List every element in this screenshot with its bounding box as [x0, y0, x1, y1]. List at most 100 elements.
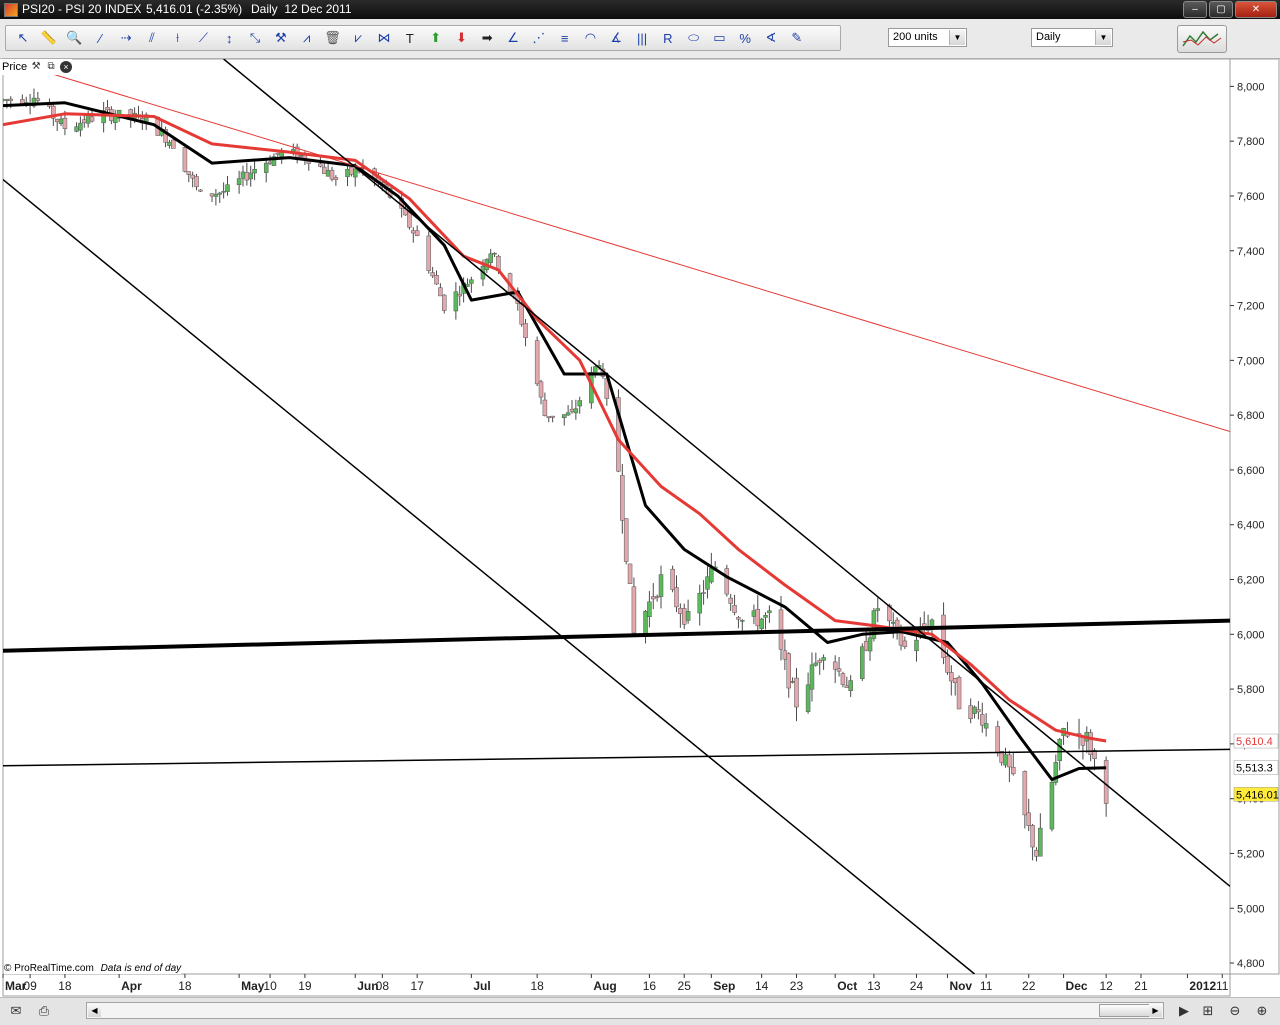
- candle-body: [3, 99, 6, 101]
- candle-body: [658, 574, 664, 597]
- candle-body: [1057, 739, 1062, 762]
- candle-body: [678, 607, 683, 614]
- candle-body: [488, 253, 493, 263]
- candle-body: [817, 660, 822, 663]
- candle-body: [298, 154, 304, 157]
- candle-body: [983, 723, 989, 729]
- candle-body: [89, 116, 95, 122]
- candle-body: [550, 415, 555, 418]
- trendline-channel-upper: [223, 59, 1230, 887]
- y-tick-label: 7,600: [1237, 191, 1265, 203]
- candle-body: [182, 147, 188, 172]
- candle-body: [209, 193, 215, 197]
- scroll-right-button[interactable]: ▶: [1149, 1004, 1162, 1017]
- candle-body: [438, 287, 443, 297]
- candle-body: [54, 119, 60, 123]
- candle-body: [565, 412, 571, 416]
- candle-body: [198, 189, 203, 192]
- candle-body: [949, 672, 954, 682]
- candle-body: [1026, 812, 1031, 826]
- scroll-left-button[interactable]: ◀: [88, 1004, 101, 1017]
- y-tick-label: 7,800: [1237, 136, 1265, 148]
- x-tick-label: 22: [1022, 979, 1036, 993]
- candle-body: [782, 650, 788, 660]
- candle-body: [20, 99, 25, 104]
- scrollbar-thumb[interactable]: [1099, 1004, 1151, 1017]
- y-tick-label: 7,200: [1237, 301, 1265, 313]
- candle-body: [236, 178, 242, 186]
- zoom-out-icon[interactable]: ⊖: [1225, 1003, 1245, 1019]
- candle-body: [82, 119, 87, 124]
- candle-body: [1022, 771, 1028, 816]
- moving-average-fast: [3, 101, 1107, 781]
- candle-body: [1038, 827, 1043, 857]
- candle-body: [318, 163, 323, 167]
- candle-body: [860, 646, 865, 679]
- x-tick-label: May: [241, 979, 265, 993]
- trendline-channel-lower: [3, 178, 976, 974]
- candle-body: [492, 252, 497, 255]
- price-panel-header: Price ⚒ ⧉ ×: [2, 59, 73, 75]
- chart-scrollbar[interactable]: ◀ ▶: [86, 1002, 1164, 1019]
- candle-body: [809, 664, 815, 690]
- y-tick-label: 8,000: [1237, 81, 1265, 93]
- candle-body: [252, 169, 257, 174]
- candle-body: [685, 611, 691, 621]
- candle-body: [836, 668, 842, 672]
- candle-body: [325, 170, 331, 177]
- candle-body: [263, 162, 269, 173]
- x-tick-label: Apr: [121, 979, 142, 993]
- next-icon[interactable]: ▶: [1174, 1003, 1194, 1019]
- candle-body: [349, 166, 354, 175]
- zoom-in-icon[interactable]: ⊕: [1252, 1003, 1272, 1019]
- zoom-fit-icon[interactable]: ⊞: [1198, 1003, 1218, 1019]
- candle-body: [840, 673, 846, 685]
- x-tick-label: 19: [298, 979, 312, 993]
- x-tick-label: 24: [910, 979, 924, 993]
- candle-body: [1034, 849, 1039, 857]
- candle-body: [561, 414, 567, 419]
- candle-body: [74, 126, 79, 132]
- candle-body: [755, 608, 761, 627]
- candle-body: [976, 709, 981, 713]
- x-tick-label: 13: [867, 979, 881, 993]
- x-tick-label: Jul: [473, 979, 490, 993]
- candle-body: [248, 172, 253, 180]
- candle-body: [225, 184, 230, 192]
- candle-body: [469, 279, 474, 284]
- candle-body: [1003, 754, 1008, 766]
- x-tick-label: 14: [755, 979, 769, 993]
- price-label-sma_slow: 5,610.4: [1236, 736, 1273, 748]
- candle-body: [794, 677, 799, 708]
- candle-body: [58, 118, 64, 124]
- candle-body: [945, 656, 950, 673]
- y-tick-label: 4,800: [1237, 958, 1265, 970]
- candle-body: [705, 576, 710, 590]
- candle-body: [832, 661, 838, 670]
- print-icon[interactable]: ⎙: [34, 1003, 54, 1019]
- price-chart[interactable]: 8,000 7,800 7,600 7,400 7,200 7,000 6,800 6,600…: [0, 0, 1280, 997]
- candles: [3, 88, 1109, 862]
- candle-body: [848, 680, 853, 692]
- mail-icon[interactable]: ✉: [6, 1003, 26, 1019]
- candle-body: [709, 567, 714, 583]
- candle-body: [352, 168, 358, 178]
- candle-body: [740, 620, 745, 622]
- candle-body: [267, 161, 273, 164]
- candle-body: [891, 621, 896, 624]
- wrench-icon[interactable]: ⚒: [30, 61, 42, 73]
- y-tick-label: 6,800: [1237, 410, 1265, 422]
- candle-body: [844, 685, 850, 688]
- copy-icon[interactable]: ⧉: [45, 61, 57, 73]
- candle-body: [35, 98, 41, 101]
- close-icon[interactable]: ×: [60, 61, 73, 73]
- candle-body: [217, 192, 223, 195]
- candle-body: [190, 174, 195, 179]
- trendline-support-6000: [3, 618, 1230, 653]
- candle-body: [1030, 825, 1035, 848]
- data-note: Data is end of day: [100, 963, 182, 974]
- candle-body: [681, 608, 687, 625]
- candle-body: [786, 653, 791, 689]
- candle-body: [534, 340, 540, 385]
- candle-body: [805, 684, 811, 712]
